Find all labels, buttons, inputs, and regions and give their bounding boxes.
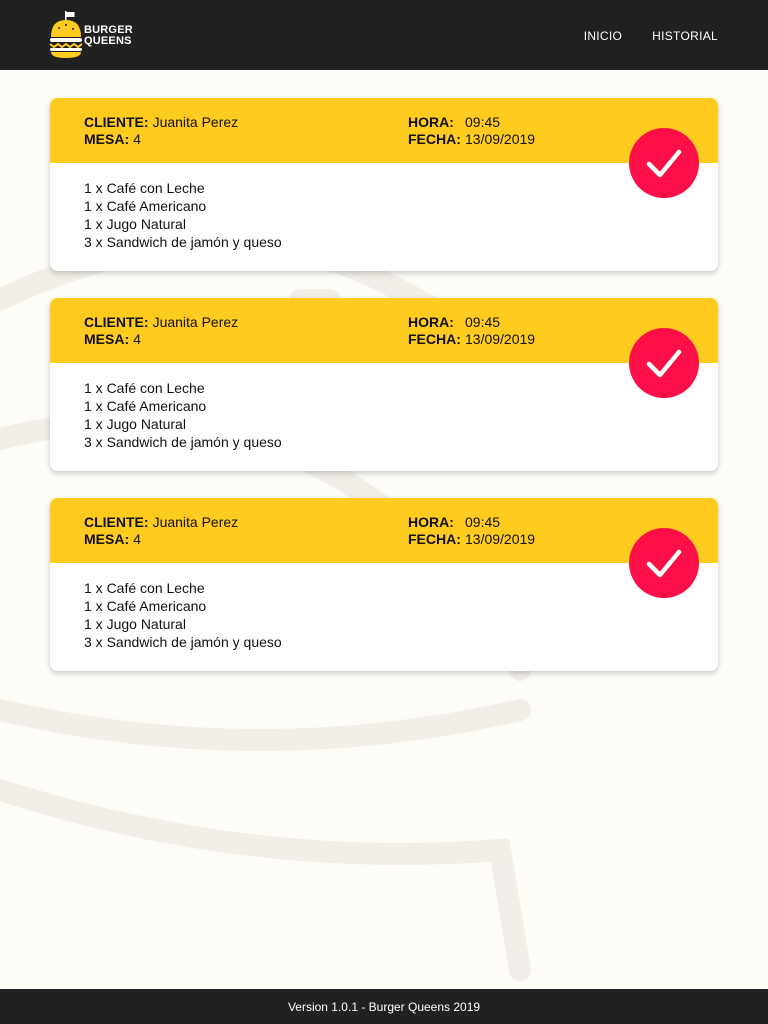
order-item: 1 x Café Americano: [84, 598, 207, 614]
fecha-label: FECHA:: [408, 531, 461, 547]
check-icon: [646, 349, 682, 378]
order-item: 1 x Jugo Natural: [84, 216, 186, 232]
order-items: 1 x Café con Leche 1 x Café Americano 1 …: [84, 379, 282, 451]
mesa-label: MESA:: [84, 531, 130, 547]
order-card: CLIENTE: Juanita Perez MESA: 4 HORA: 09:45 …: [50, 298, 718, 471]
hora-value: 09:45: [465, 514, 501, 530]
hora-value: 09:45: [465, 314, 501, 330]
order-card: CLIENTE: Juanita Perez MESA: 4 HORA: 09:45 …: [50, 98, 718, 271]
mesa-label: MESA:: [84, 131, 130, 147]
order-item: 3 x Sandwich de jamón y queso: [84, 234, 282, 250]
order-item: 3 x Sandwich de jamón y queso: [84, 634, 282, 650]
order-item: 3 x Sandwich de jamón y queso: [84, 434, 282, 450]
order-items: 1 x Café con Leche 1 x Café Americano 1 …: [84, 579, 282, 651]
mesa-value: 4: [133, 331, 141, 347]
cliente-value: Juanita Perez: [152, 514, 239, 530]
order-client-info: CLIENTE: Juanita Perez MESA: 4: [84, 514, 238, 548]
mesa-value: 4: [133, 131, 141, 147]
order-item: 1 x Jugo Natural: [84, 616, 186, 632]
order-item: 1 x Café con Leche: [84, 380, 205, 396]
nav-inicio-link[interactable]: INICIO: [584, 29, 622, 43]
hora-label: HORA:: [408, 114, 454, 130]
top-navbar: Burger Queens INICIO HISTORIAL: [0, 0, 768, 70]
complete-order-button[interactable]: [629, 528, 699, 598]
fecha-value: 13/09/2019: [465, 531, 536, 547]
cliente-label: CLIENTE:: [84, 514, 149, 530]
hora-label: HORA:: [408, 314, 454, 330]
order-item: 1 x Jugo Natural: [84, 416, 186, 432]
order-time-info: HORA: 09:45 FECHA: 13/09/2019: [408, 114, 535, 148]
mesa-value: 4: [133, 531, 141, 547]
fecha-label: FECHA:: [408, 131, 461, 147]
order-time-info: HORA: 09:45 FECHA: 13/09/2019: [408, 314, 535, 348]
order-item: 1 x Café con Leche: [84, 180, 205, 196]
orders-list: CLIENTE: Juanita Perez MESA: 4 HORA: 09:45 …: [50, 98, 718, 698]
hora-label: HORA:: [408, 514, 454, 530]
cliente-label: CLIENTE:: [84, 314, 149, 330]
order-card-header: CLIENTE: Juanita Perez MESA: 4 HORA: 09:45 …: [50, 298, 718, 363]
page-footer: Version 1.0.1 - Burger Queens 2019: [0, 989, 768, 1024]
cliente-value: Juanita Perez: [152, 114, 239, 130]
brand-logo[interactable]: Burger Queens: [49, 11, 139, 59]
fecha-label: FECHA:: [408, 331, 461, 347]
fecha-value: 13/09/2019: [465, 331, 536, 347]
mesa-label: MESA:: [84, 331, 130, 347]
order-card-header: CLIENTE: Juanita Perez MESA: 4 HORA: 09:45 …: [50, 98, 718, 163]
complete-order-button[interactable]: [629, 328, 699, 398]
order-item: 1 x Café Americano: [84, 198, 207, 214]
order-card: CLIENTE: Juanita Perez MESA: 4 HORA: 09:45 …: [50, 498, 718, 671]
cliente-value: Juanita Perez: [152, 314, 239, 330]
brand-name-line2: Queens: [84, 35, 132, 47]
complete-order-button[interactable]: [629, 128, 699, 198]
order-client-info: CLIENTE: Juanita Perez MESA: 4: [84, 114, 238, 148]
check-icon: [646, 149, 682, 178]
fecha-value: 13/09/2019: [465, 131, 536, 147]
nav-historial-link[interactable]: HISTORIAL: [652, 29, 718, 43]
burger-crown-icon: [49, 11, 83, 58]
cliente-label: CLIENTE:: [84, 114, 149, 130]
order-time-info: HORA: 09:45 FECHA: 13/09/2019: [408, 514, 535, 548]
main-nav: INICIO HISTORIAL: [584, 29, 718, 43]
brand-name: Burger Queens: [84, 25, 133, 47]
check-icon: [646, 549, 682, 578]
order-item: 1 x Café con Leche: [84, 580, 205, 596]
order-client-info: CLIENTE: Juanita Perez MESA: 4: [84, 314, 238, 348]
order-items: 1 x Café con Leche 1 x Café Americano 1 …: [84, 179, 282, 251]
order-item: 1 x Café Americano: [84, 398, 207, 414]
hora-value: 09:45: [465, 114, 501, 130]
order-card-header: CLIENTE: Juanita Perez MESA: 4 HORA: 09:45 …: [50, 498, 718, 563]
version-text: Version 1.0.1 - Burger Queens 2019: [287, 999, 481, 1014]
